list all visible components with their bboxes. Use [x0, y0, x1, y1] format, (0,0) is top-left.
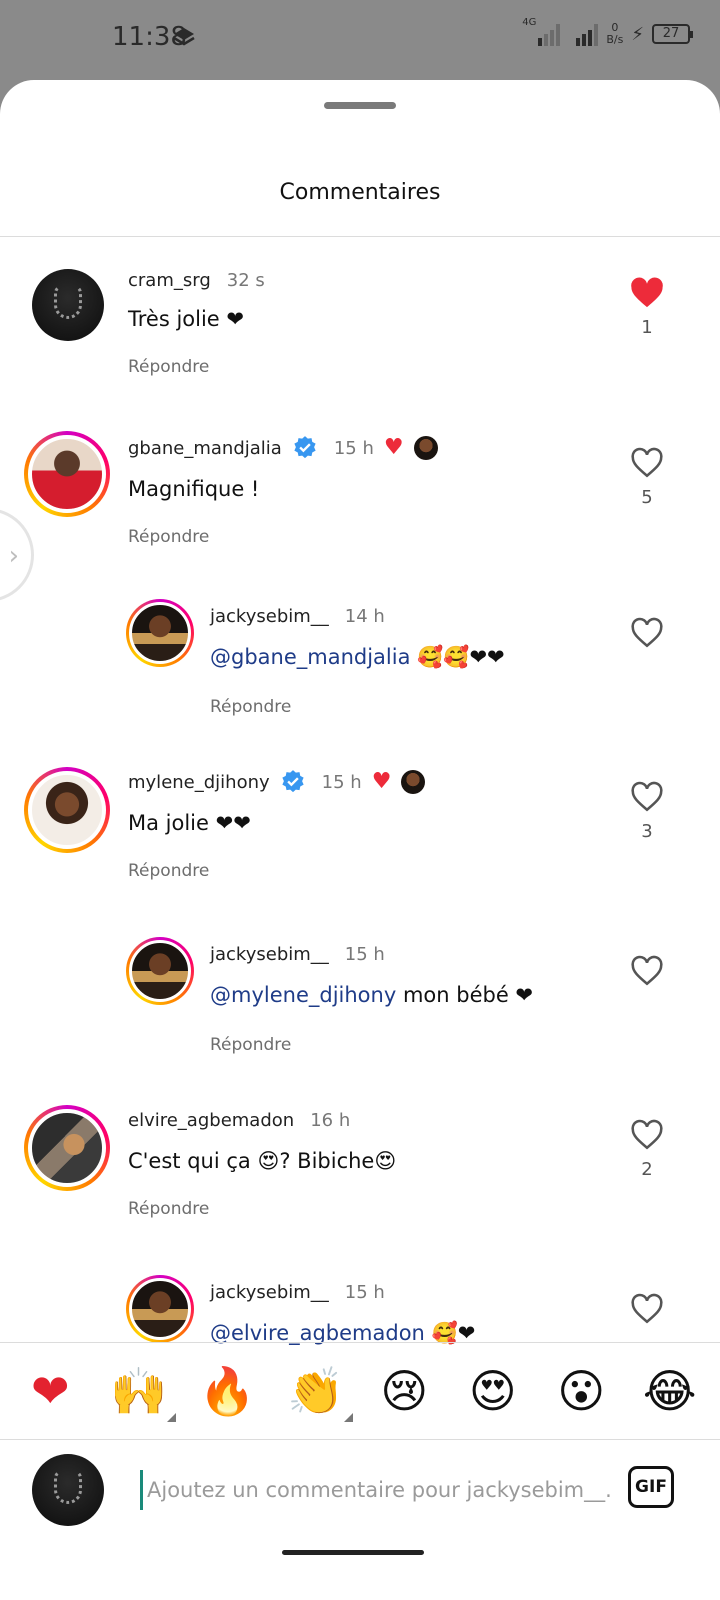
comment-time: 15 h — [344, 1281, 385, 1303]
heart-outline-icon[interactable] — [630, 617, 664, 649]
comment-item: elvire_agbemadon 16 h C'est qui ça 😍? Bi… — [0, 1085, 720, 1255]
comment-username[interactable]: gbane_mandjalia — [128, 438, 282, 459]
current-user-avatar — [32, 1454, 104, 1526]
like-column — [630, 955, 664, 987]
comment-item: mylene_djihony 15 h ♥ Ma jolie ❤❤ Répond… — [0, 747, 720, 917]
comment-username[interactable]: jackysebim__ — [210, 944, 329, 965]
sheet-title: Commentaires — [279, 180, 441, 205]
emoji-clapping-button[interactable]: 👏 — [281, 1356, 353, 1426]
reply-button[interactable]: Répondre — [128, 1199, 209, 1219]
comment-list[interactable]: cram_srg 32 s Très jolie ❤ Répondre 1 gb… — [0, 237, 720, 1449]
divider — [0, 1439, 720, 1440]
comment-text: C'est qui ça 😍? Bibiche😍 — [128, 1149, 397, 1173]
comment-text-body: mon bébé ❤ — [402, 983, 534, 1007]
like-column: 3 — [630, 781, 664, 842]
comment-time: 16 h — [310, 1109, 351, 1131]
like-count: 2 — [641, 1159, 653, 1180]
comment-username[interactable]: jackysebim__ — [210, 606, 329, 627]
comment-item: gbane_mandjalia 15 h ♥ Magnifique ! Répo… — [0, 407, 720, 577]
comment-text: Ma jolie ❤❤ — [128, 811, 251, 835]
creator-avatar — [413, 436, 438, 460]
comment-text-body: 🥰🥰❤❤ — [417, 645, 505, 669]
status-bar: 11:38 4G 0 B/s ⚡ 27 — [0, 0, 720, 80]
creator-liked-heart-icon: ♥ — [371, 769, 392, 794]
emoji-laughing-button[interactable]: 😂 — [635, 1356, 705, 1426]
comment-text: @mylene_djihony mon bébé ❤ — [210, 983, 533, 1007]
avatar[interactable] — [24, 1105, 110, 1191]
chevron-right-icon: › — [8, 541, 19, 571]
mention-link[interactable]: @mylene_djihony — [210, 983, 396, 1007]
comment-username[interactable]: cram_srg — [128, 270, 211, 291]
emoji-fire-button[interactable]: 🔥 — [192, 1356, 262, 1426]
emoji-heart-button[interactable]: ❤ — [15, 1356, 85, 1426]
battery-level: 27 — [662, 26, 680, 41]
signal-icon-2 — [576, 22, 599, 46]
heart-outline-icon[interactable] — [630, 447, 664, 479]
like-column — [630, 1293, 664, 1325]
like-count: 5 — [641, 487, 653, 508]
emoji-raised-hands-button[interactable]: 🙌 — [104, 1356, 176, 1426]
comment-username[interactable]: elvire_agbemadon — [128, 1110, 294, 1131]
status-icons: 4G 0 B/s ⚡ 27 — [522, 17, 693, 46]
comment-text: Très jolie ❤ — [128, 307, 244, 331]
reply-button[interactable]: Répondre — [210, 1035, 291, 1055]
emoji-crying-button[interactable]: 😢 — [369, 1356, 439, 1426]
avatar[interactable] — [32, 269, 104, 341]
avatar[interactable] — [126, 937, 194, 1005]
creator-avatar — [401, 770, 426, 794]
avatar[interactable] — [24, 767, 110, 853]
network-speed: 0 B/s — [606, 21, 624, 46]
mention-link[interactable]: @gbane_mandjalia — [210, 645, 410, 669]
like-column: 2 — [630, 1119, 664, 1180]
heart-outline-icon[interactable] — [630, 1119, 664, 1151]
layers-icon — [173, 28, 195, 46]
network-type: 4G — [522, 16, 537, 28]
comment-username[interactable]: jackysebim__ — [210, 1282, 329, 1303]
comment-text: Magnifique ! — [128, 477, 260, 501]
comment-time: 15 h — [321, 771, 362, 793]
battery-icon: 27 — [652, 24, 693, 44]
comments-sheet: Commentaires cram_srg 32 s Très jolie ❤ … — [0, 80, 720, 1600]
charging-icon: ⚡ — [631, 23, 644, 45]
emoji-surprised-button[interactable]: 😮 — [546, 1356, 616, 1426]
reply-button[interactable]: Répondre — [210, 697, 291, 717]
heart-outline-icon[interactable] — [630, 781, 664, 813]
reply-item: jackysebim__ 15 h @mylene_djihony mon bé… — [0, 915, 720, 1085]
verified-badge-icon — [294, 436, 316, 459]
skin-tone-indicator-icon — [166, 1413, 176, 1422]
comment-time: 15 h — [333, 437, 374, 459]
comment-time: 32 s — [226, 269, 265, 291]
like-column: 1 — [630, 277, 664, 338]
emoji-quick-bar: ❤ 🙌 🔥 👏 😢 😍 😮 😂 — [0, 1343, 720, 1439]
avatar[interactable] — [24, 431, 110, 517]
home-indicator[interactable] — [282, 1550, 424, 1555]
comment-time: 15 h — [344, 943, 385, 965]
comment-item: cram_srg 32 s Très jolie ❤ Répondre 1 — [0, 237, 720, 407]
reply-button[interactable]: Répondre — [128, 527, 209, 547]
like-column — [630, 617, 664, 649]
like-column: 5 — [630, 447, 664, 508]
reply-item: jackysebim__ 14 h @gbane_mandjalia 🥰🥰❤❤ … — [0, 577, 720, 747]
emoji-heart-eyes-button[interactable]: 😍 — [458, 1356, 528, 1426]
creator-liked-heart-icon: ♥ — [383, 435, 404, 460]
verified-badge-icon — [282, 770, 304, 793]
reply-button[interactable]: Répondre — [128, 861, 209, 881]
heart-filled-icon[interactable] — [630, 277, 664, 309]
drag-handle[interactable] — [324, 102, 396, 109]
reply-button[interactable]: Répondre — [128, 357, 209, 377]
like-count: 3 — [641, 821, 653, 842]
gif-button[interactable]: GIF — [628, 1466, 674, 1508]
comment-time: 14 h — [344, 605, 385, 627]
skin-tone-indicator-icon — [343, 1413, 353, 1422]
comment-input[interactable] — [140, 1470, 610, 1510]
avatar[interactable] — [126, 599, 194, 667]
comment-text: @gbane_mandjalia 🥰🥰❤❤ — [210, 645, 505, 670]
signal-icon — [538, 22, 561, 46]
heart-outline-icon[interactable] — [630, 1293, 664, 1325]
avatar[interactable] — [126, 1275, 194, 1343]
comment-username[interactable]: mylene_djihony — [128, 772, 270, 793]
like-count: 1 — [641, 317, 653, 338]
heart-outline-icon[interactable] — [630, 955, 664, 987]
